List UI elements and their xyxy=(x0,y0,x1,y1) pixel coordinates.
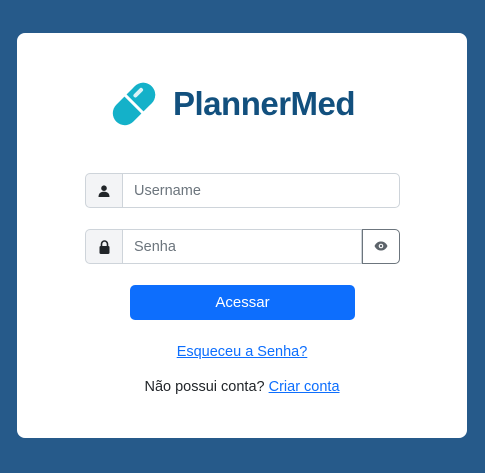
forgot-password-row: Esqueceu a Senha? xyxy=(17,344,467,360)
username-input-group: Username xyxy=(85,173,400,208)
brand-logo: PlannerMed xyxy=(107,77,356,131)
login-card: PlannerMed Username Senha Acessar Esquec… xyxy=(17,33,467,438)
signup-link[interactable]: Criar conta xyxy=(269,379,340,395)
username-input[interactable]: Username xyxy=(122,173,400,208)
password-input[interactable]: Senha xyxy=(122,229,362,264)
eye-icon xyxy=(374,238,388,256)
signup-row: Não possui conta? Criar conta xyxy=(17,379,467,395)
show-password-button[interactable] xyxy=(362,229,400,264)
brand-name: PlannerMed xyxy=(173,85,356,122)
user-icon xyxy=(85,173,122,208)
signup-prompt: Não possui conta? xyxy=(144,379,265,395)
forgot-password-link[interactable]: Esqueceu a Senha? xyxy=(177,344,308,360)
password-input-group: Senha xyxy=(85,229,400,264)
lock-icon xyxy=(85,229,122,264)
login-button[interactable]: Acessar xyxy=(130,285,355,320)
pill-capsule-icon xyxy=(107,77,161,131)
